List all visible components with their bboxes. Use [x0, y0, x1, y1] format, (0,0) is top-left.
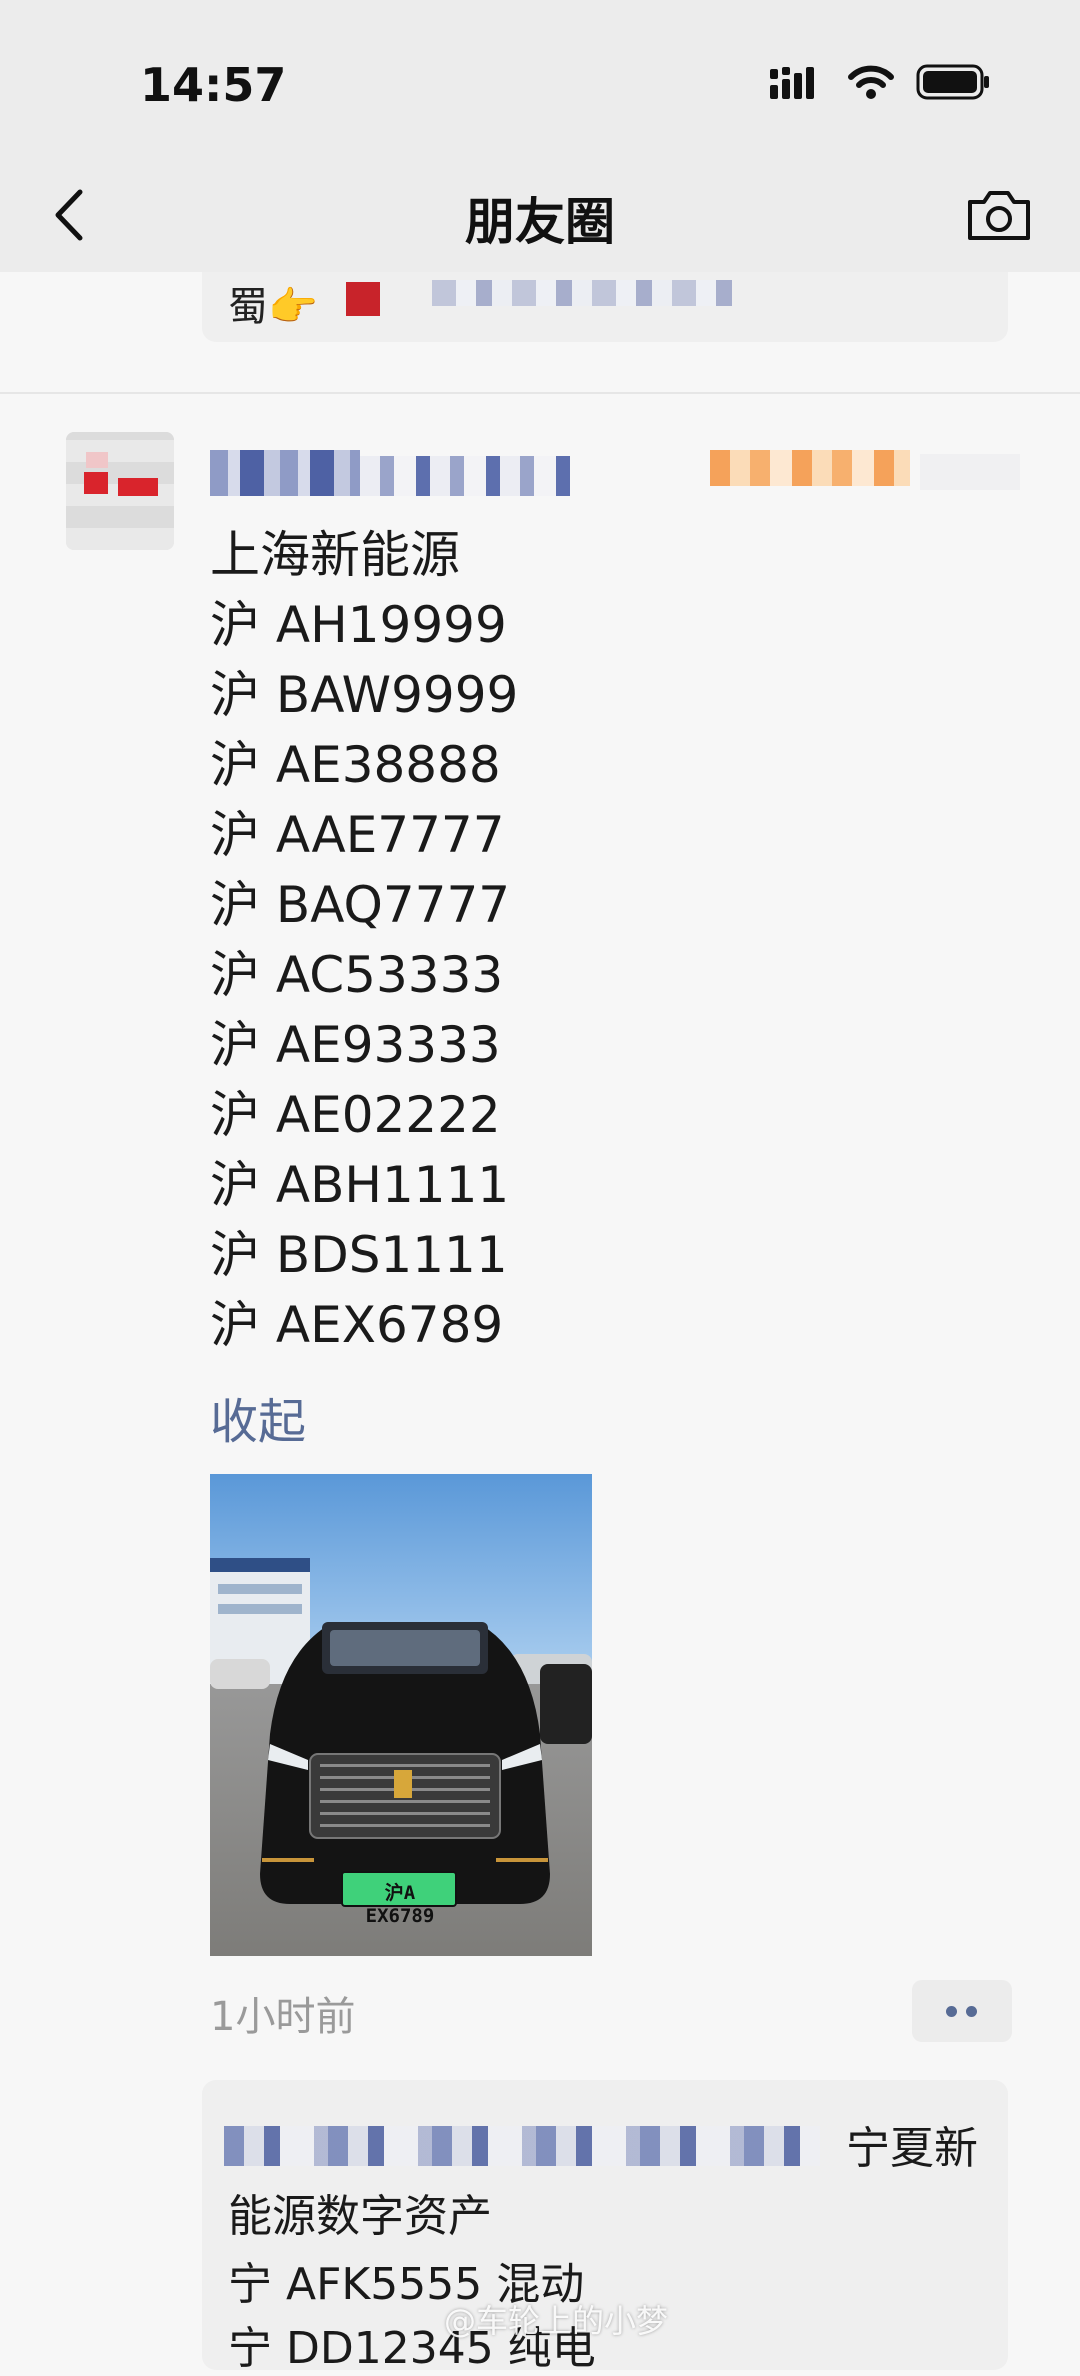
post-line: 沪 AEX6789 — [210, 1296, 504, 1354]
post-line: 沪 AE38888 — [210, 736, 501, 794]
post-time: 1小时前 — [210, 1994, 356, 2040]
license-plate-text: 沪A EX6789 — [365, 1882, 435, 1927]
post-photo[interactable]: 沪A EX6789 — [210, 1474, 592, 1956]
post-line: 沪 BDS1111 — [210, 1226, 508, 1284]
page-title: 朋友圈 — [465, 193, 615, 251]
collapse-link[interactable]: 收起 — [210, 1382, 306, 1452]
post-content: 上海新能源 沪 AH19999 沪 BAW9999 沪 AE38888 沪 AA… — [210, 520, 518, 1360]
redacted-block — [432, 280, 732, 306]
author-name-redacted[interactable] — [210, 446, 1030, 502]
post-line: 沪 AC53333 — [210, 946, 504, 1004]
post-line: 沪 AE02222 — [210, 1086, 501, 1144]
comment-text: 宁夏新 — [846, 2123, 978, 2174]
post-divider — [0, 392, 1080, 394]
more-actions-button[interactable] — [912, 1980, 1012, 2042]
dot-icon — [966, 2006, 977, 2017]
nav-bar: 朋友圈 — [0, 160, 1080, 272]
post-line: 沪 AE93333 — [210, 1016, 501, 1074]
previous-comment-text: 蜀👉 — [228, 284, 318, 330]
post-line: 上海新能源 — [210, 526, 460, 584]
wifi-icon — [848, 65, 894, 99]
post-line: 沪 AH19999 — [210, 596, 507, 654]
avatar[interactable] — [66, 432, 174, 550]
comment-text: 能源数字资产 — [228, 2191, 492, 2242]
post-line: 沪 AAE7777 — [210, 806, 505, 864]
status-time: 14:57 — [140, 58, 287, 112]
watermark: @车轮上的小梦 — [444, 2302, 669, 2340]
redacted-block — [224, 2126, 820, 2166]
status-icons — [770, 64, 990, 100]
redacted-block — [346, 282, 380, 316]
post-line: 沪 BAW9999 — [210, 666, 519, 724]
battery-icon — [916, 64, 989, 100]
signal-icon — [770, 67, 814, 99]
camera-icon[interactable] — [964, 184, 1034, 246]
dot-icon — [946, 2006, 957, 2017]
post-line: 沪 ABH1111 — [210, 1156, 510, 1214]
status-bar: 14:57 — [0, 0, 1080, 160]
post-line: 沪 BAQ7777 — [210, 876, 511, 934]
previous-comment: 蜀👉 — [202, 272, 1008, 342]
